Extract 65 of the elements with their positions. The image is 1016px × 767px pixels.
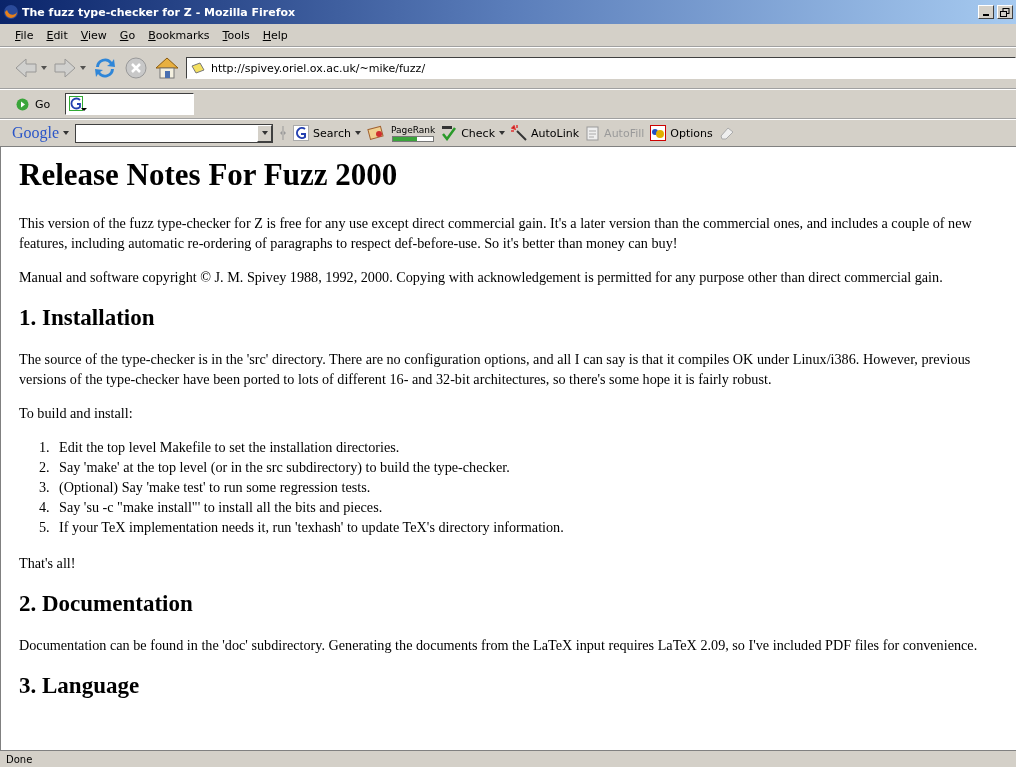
address-field[interactable]: http://spivey.oriel.ox.ac.uk/~mike/fuzz/ [186, 57, 1016, 79]
paragraph: That's all! [19, 554, 77, 573]
autolink-button[interactable]: AutoLink [511, 125, 580, 141]
list-number: 4. [39, 498, 51, 517]
search-button[interactable]: Search [293, 125, 361, 141]
menu-item[interactable]: Bookmarks [143, 26, 215, 44]
back-arrow-icon [14, 57, 38, 79]
restore-icon [1000, 7, 1010, 17]
home-icon [154, 56, 180, 80]
menu-item[interactable]: Go [114, 26, 141, 44]
caret-icon [80, 66, 86, 70]
search-engine-icon [293, 125, 310, 141]
list-item-text: Say 'make' at the top level (or in the src subdirectory) to build the type-checker. [59, 458, 510, 477]
list-number: 2. [39, 458, 51, 477]
section-heading: 1. Installation [19, 305, 156, 331]
paragraph: This version of the fuzz type-checker for Z is free for any use except direct commercial gain. It's a later version than the commercial ones, and includes a couple of new features, including automatic re-ordering of paragraphs to respect def-before-use. So it's better than money can buy! [19, 214, 973, 253]
check-button[interactable]: Check [441, 125, 506, 141]
news-icon [366, 125, 385, 141]
section-heading: 3. Language [19, 673, 141, 699]
menu-item[interactable]: Help [257, 26, 293, 44]
home-button[interactable] [154, 56, 180, 80]
options-button[interactable]: Options [650, 125, 713, 141]
browser-logo-icon [3, 4, 19, 20]
dropdown-button[interactable] [257, 124, 273, 142]
notepad-icon [585, 125, 601, 141]
page-heading: Release Notes For Fuzz 2000 [19, 157, 399, 193]
paragraph: The source of the type-checker is in the 'src' directory. There are no configuration options, and all I can say is that it compiles OK under Linux/i386. However, previous versions of the type-checker have been ported to lots of different 16- and 32-bit architectures, so there's some hope it is fairly robust. [19, 350, 972, 389]
magic-wand-icon [511, 125, 528, 141]
paragraph: Manual and software copyright © J. M. Spivey 1988, 1992, 2000. Copying with acknowledgement is permitted for any purpose other than direct commercial gain. [19, 268, 944, 287]
options-icon [650, 125, 667, 141]
window-title: The fuzz type-checker for Z - Mozilla Firefox [22, 5, 297, 19]
section-heading: 2. Documentation [19, 591, 194, 617]
caret-icon [63, 131, 70, 135]
list-number: 1. [39, 438, 51, 457]
search-field[interactable] [65, 93, 195, 115]
stop-icon [124, 56, 148, 80]
google-logo-button[interactable]: Google [12, 124, 70, 142]
eraser-icon [718, 126, 735, 140]
go-icon [16, 97, 29, 111]
grip-icon [279, 125, 288, 141]
dropdown-arrow-icon [261, 131, 268, 135]
caret-icon [354, 131, 361, 135]
list-number: 3. [39, 478, 51, 497]
paragraph: To build and install: [19, 404, 134, 423]
list-number: 5. [39, 518, 51, 537]
menu-item[interactable]: Edit [41, 26, 73, 44]
search-engine-icon [69, 96, 88, 112]
go-button[interactable]: Go [16, 97, 51, 111]
list-item-text: If your TeX implementation needs it, run 'texhash' to update TeX's directory information. [59, 518, 564, 537]
caret-icon [41, 66, 47, 70]
menu-item[interactable]: View [75, 26, 112, 44]
pagerank-meter: PageRank [390, 124, 436, 142]
list-item-text: Say 'su -c "make install"' to install all the bits and pieces. [59, 498, 383, 517]
toolbar-search-field[interactable] [75, 123, 274, 143]
status-text: Done [6, 753, 33, 765]
paragraph: Documentation can be found in the 'doc' subdirectory. Generating the documents from the LaTeX input requires LaTeX 2.09, so I've included PDF files for convenience. [19, 636, 979, 655]
menu-item[interactable]: Tools [217, 26, 255, 44]
minimize-button[interactable] [978, 5, 994, 19]
spellcheck-icon [441, 125, 458, 141]
menu-item[interactable]: File [10, 26, 39, 44]
page-icon [191, 62, 205, 74]
forward-arrow-icon [53, 57, 77, 79]
list-item-text: Edit the top level Makefile to set the installation directories. [59, 438, 400, 457]
restore-button[interactable] [997, 5, 1013, 19]
list-item-text: (Optional) Say 'make test' to run some regression tests. [59, 478, 371, 497]
